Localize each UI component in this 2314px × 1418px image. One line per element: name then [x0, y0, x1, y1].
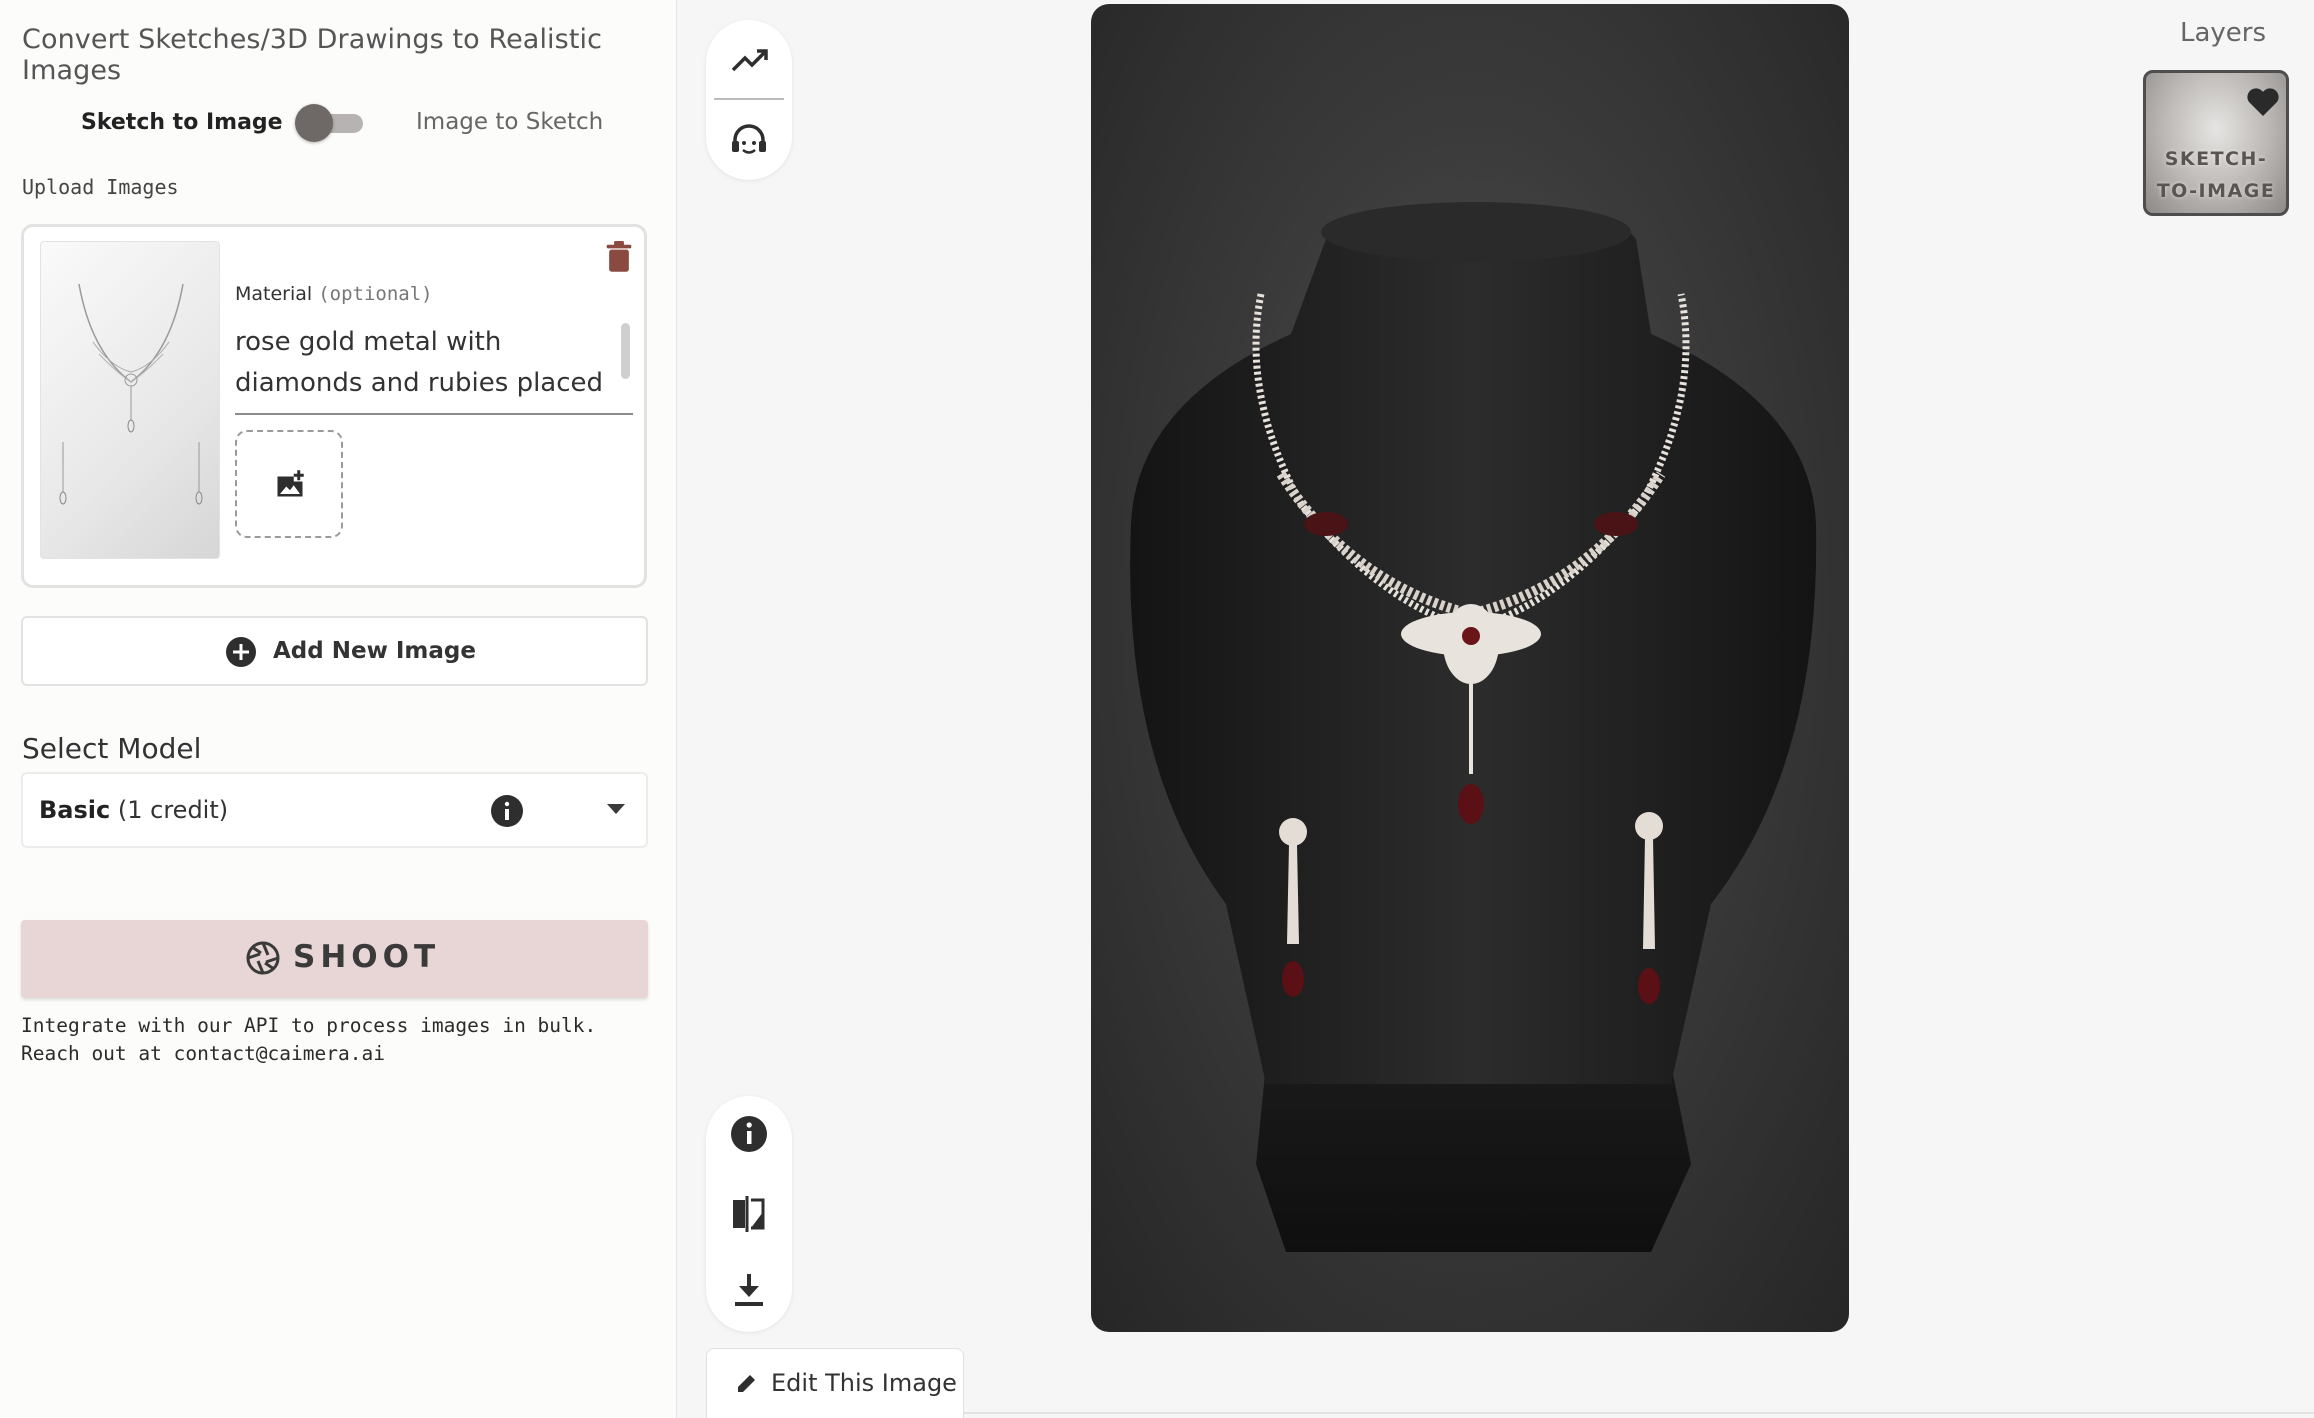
edit-image-label: Edit This Image — [771, 1369, 957, 1397]
model-selected-value: Basic (1 credit) — [39, 796, 228, 824]
shoot-label: SHOOT — [293, 939, 441, 975]
add-circle-icon — [226, 637, 256, 667]
uploaded-sketch-thumbnail[interactable] — [40, 241, 220, 559]
material-scrollbar[interactable] — [621, 323, 630, 379]
model-credit: (1 credit) — [117, 796, 229, 824]
page-title: Convert Sketches/3D Drawings to Realisti… — [22, 24, 603, 86]
bottom-tool-rail — [706, 1096, 792, 1332]
material-underline — [235, 413, 633, 415]
material-label: Material (optional) — [235, 283, 433, 305]
layer-item[interactable]: SKETCH- TO-IMAGE — [2143, 70, 2289, 216]
mode-switch-row: Sketch to Image Image to Sketch — [0, 100, 677, 150]
add-new-image-button[interactable]: Add New Image — [21, 616, 648, 686]
image-info-button[interactable] — [725, 1110, 773, 1158]
compare-icon — [733, 1196, 765, 1232]
mode-image-to-sketch-label[interactable]: Image to Sketch — [416, 109, 603, 135]
api-note: Integrate with our API to process images… — [21, 1014, 597, 1065]
heart-icon[interactable] — [2246, 87, 2280, 117]
model-name: Basic — [39, 796, 111, 824]
chevron-down-icon[interactable] — [606, 802, 626, 816]
info-icon — [731, 1116, 767, 1152]
add-new-image-label: Add New Image — [273, 638, 476, 664]
toggle-knob[interactable] — [295, 104, 333, 142]
download-icon — [735, 1274, 763, 1306]
compare-button[interactable] — [725, 1190, 773, 1238]
support-headset-icon — [732, 124, 766, 154]
trending-up-icon — [731, 49, 768, 72]
support-button[interactable] — [725, 116, 773, 164]
material-label-text: Material — [235, 283, 313, 305]
mode-toggle[interactable] — [295, 102, 367, 144]
bottom-divider — [964, 1412, 2314, 1414]
model-select[interactable]: Basic (1 credit) — [21, 772, 648, 848]
material-textarea[interactable]: rose gold metal with diamonds and rubies… — [235, 322, 615, 406]
rail-divider — [714, 98, 784, 100]
layer-item-label: SKETCH- TO-IMAGE — [2156, 148, 2276, 202]
generated-image[interactable] — [1091, 4, 1849, 1332]
trending-button[interactable] — [725, 36, 773, 84]
layers-title: Layers — [2180, 18, 2267, 48]
left-panel: Convert Sketches/3D Drawings to Realisti… — [0, 0, 677, 1418]
mode-sketch-to-image-label[interactable]: Sketch to Image — [81, 110, 283, 135]
add-photo-icon — [277, 470, 304, 497]
download-button[interactable] — [725, 1266, 773, 1314]
delete-image-button[interactable] — [604, 241, 634, 273]
trash-icon — [606, 241, 632, 272]
upload-images-label: Upload Images — [22, 175, 179, 199]
shutter-icon — [246, 941, 280, 975]
upload-card: Material (optional) rose gold metal with… — [21, 224, 647, 588]
material-optional-text: (optional) — [318, 283, 433, 305]
add-reference-image-button[interactable] — [235, 430, 343, 538]
shoot-button[interactable]: SHOOT — [21, 920, 648, 998]
select-model-label: Select Model — [22, 732, 202, 765]
top-tool-rail — [706, 20, 792, 180]
edit-image-tab[interactable]: Edit This Image — [706, 1348, 964, 1418]
pencil-icon — [738, 1375, 755, 1392]
info-icon[interactable] — [490, 794, 524, 828]
